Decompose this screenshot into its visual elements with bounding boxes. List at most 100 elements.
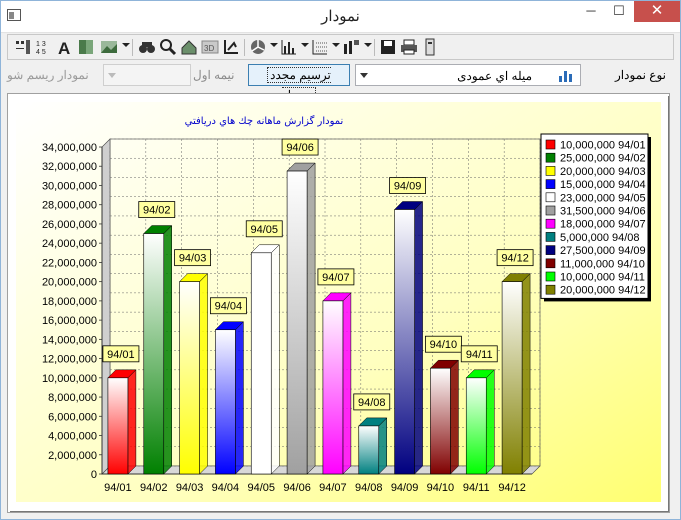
svg-text:3D: 3D [204, 44, 214, 53]
three-d-rotate-icon[interactable] [180, 38, 198, 56]
bar [250, 252, 272, 475]
legend-swatch [545, 139, 556, 150]
legend-swatch [545, 245, 556, 255]
data-label: 94/07 [322, 272, 350, 284]
data-label: 94/11 [466, 349, 493, 361]
x-tick-label: 94/10 [427, 482, 455, 494]
legend-icon[interactable] [342, 38, 360, 56]
data-label: 94/05 [250, 224, 278, 236]
pie-tools-icon[interactable] [249, 38, 267, 56]
grid-icon[interactable] [311, 38, 329, 56]
x-tick-label: 94/03 [176, 482, 204, 494]
legend-swatch [545, 218, 556, 229]
data-label: 94/12 [501, 253, 529, 265]
legend-swatch [545, 258, 556, 269]
chart-type-select[interactable]: میله اي عمودی [355, 64, 581, 86]
pie-tools-dropdown-icon[interactable] [270, 43, 278, 47]
y-tick-label: 20,000,000 [42, 277, 97, 289]
legend-swatch [545, 166, 556, 176]
background-color-icon[interactable] [77, 38, 95, 56]
title-bar: نمودار ─ ☐ ✕ [1, 1, 680, 33]
y-tick-label: 16,000,000 [42, 315, 97, 327]
legend-label: 10,000,000 94/01 [560, 140, 646, 152]
svg-text:A: A [58, 39, 70, 56]
minimize-button[interactable]: ─ [578, 3, 604, 21]
legend-swatch [545, 232, 556, 242]
toolbar-separator [244, 39, 245, 56]
data-table-icon[interactable]: 1 34 5 [35, 38, 53, 56]
bar [358, 425, 380, 475]
gallery-icon[interactable] [100, 38, 118, 56]
x-tick-label: 94/07 [319, 482, 347, 494]
bar [430, 367, 451, 475]
half-label: نیمه اول [193, 68, 235, 82]
legend-label: 27,500,000 94/09 [560, 245, 646, 257]
bar-tools-dropdown-icon[interactable] [301, 43, 309, 47]
data-label: 94/04 [215, 301, 243, 313]
half-select [103, 64, 191, 86]
binoculars-icon[interactable] [138, 38, 156, 56]
legend-label: 11,000,000 94/10 [560, 258, 645, 270]
y-tick-label: 8,000,000 [48, 392, 97, 404]
bar [394, 209, 415, 475]
chart-title: نمودار گزارش ماهانه چك هاي دريافتي [185, 115, 344, 127]
toolbar-separator [132, 39, 133, 56]
data-label: 94/08 [358, 397, 386, 409]
bar-chart: نمودار گزارش ماهانه چك هاي دريافتي 0 2,00… [16, 102, 661, 502]
y-tick-label: 30,000,000 [42, 180, 97, 192]
legend-dropdown-icon[interactable] [364, 43, 372, 47]
legend-label: 31,500,000 94/06 [560, 206, 646, 218]
three-d-icon[interactable]: 3D [201, 38, 219, 56]
legend-swatch [545, 152, 556, 163]
data-label: 94/03 [179, 253, 207, 265]
axis-icon[interactable] [222, 38, 240, 56]
bar-side [486, 369, 495, 475]
zoom-icon[interactable] [159, 38, 177, 56]
gallery-dropdown-icon[interactable] [122, 43, 130, 47]
legend-label: 10,000,000 94/11 [560, 272, 645, 284]
bar-side [342, 292, 352, 475]
print-icon[interactable] [400, 38, 418, 56]
bar [107, 377, 129, 475]
chart-type-value: میله اي عمودی [457, 69, 532, 83]
font-icon[interactable]: A [56, 38, 74, 56]
options-bar: نمودار ریسم شو نیمه اول ترسیم مجدد نمودا… [7, 62, 674, 103]
bar-side [521, 273, 531, 475]
data-label: 94/09 [394, 181, 422, 193]
method-label: نمودار ریسم شو [7, 68, 89, 82]
bar-side [127, 369, 137, 475]
legend-label: 15,000,000 94/04 [560, 179, 646, 191]
save-icon[interactable] [379, 38, 397, 56]
legend-label: 25,000,000 94/02 [560, 153, 646, 165]
legend-label: 5,000,000 94/08 [560, 232, 640, 244]
copy-icon[interactable] [421, 38, 439, 56]
x-tick-label: 94/08 [355, 482, 383, 494]
grid-dropdown-icon[interactable] [332, 43, 340, 47]
x-tick-label: 94/02 [140, 482, 168, 494]
maximize-button[interactable]: ☐ [606, 3, 632, 21]
legend-label: 18,000,000 94/07 [560, 219, 646, 231]
y-tick-label: 28,000,000 [42, 200, 97, 212]
y-tick-label: 34,000,000 [42, 142, 97, 154]
bar-side [163, 224, 172, 475]
x-tick-label: 94/01 [104, 482, 132, 494]
data-label: 94/06 [286, 142, 314, 154]
legend-swatch [545, 179, 556, 189]
bar-tools-icon[interactable] [280, 38, 298, 56]
data-label: 94/02 [143, 205, 171, 217]
redraw-chart-button[interactable]: ترسیم مجدد نمودار [248, 64, 350, 103]
bar-side [450, 359, 459, 475]
bar [179, 281, 200, 475]
x-tick-label: 94/11 [463, 482, 490, 494]
bar [501, 281, 523, 475]
data-labels-icon[interactable] [14, 38, 32, 56]
x-tick-label: 94/06 [283, 482, 311, 494]
chart-toolbar: 1 34 5 A 3D [7, 34, 674, 60]
close-button[interactable]: ✕ [634, 1, 680, 22]
y-tick-label: 22,000,000 [42, 257, 97, 269]
bar [286, 170, 308, 475]
bar [465, 377, 487, 475]
data-label: 94/10 [430, 339, 458, 351]
y-tick-label: 14,000,000 [42, 334, 97, 346]
chart-window: نمودار ─ ☐ ✕ 1 34 5 A 3D نمودار ریسم شو [0, 0, 681, 520]
